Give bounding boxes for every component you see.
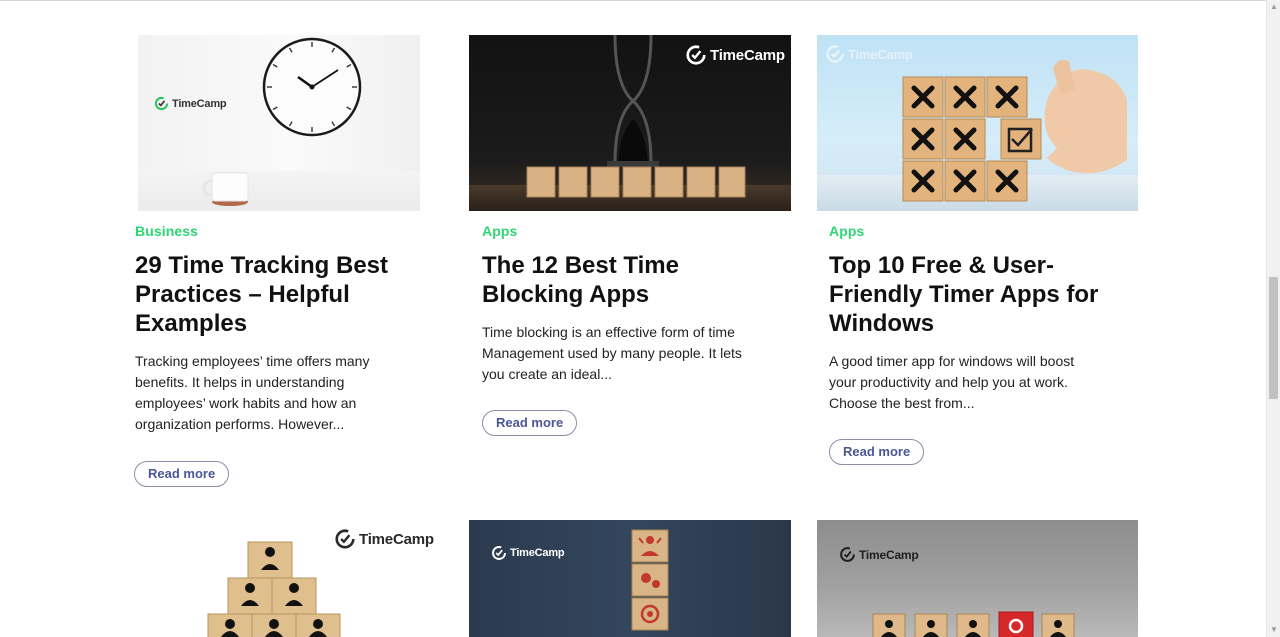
brand-name: TimeCamp — [710, 46, 785, 64]
post-excerpt-line: benefits. It helps in understanding — [135, 374, 345, 390]
post-excerpt-line: Choose the best from... — [829, 395, 975, 411]
post-title-line[interactable]: Blocking Apps — [482, 280, 649, 309]
timecamp-check-icon — [826, 45, 844, 63]
read-more-button[interactable]: Read more — [829, 439, 925, 465]
timecamp-check-icon — [492, 546, 506, 560]
timecamp-logo: TimeCamp — [825, 44, 913, 64]
brand-name: TimeCamp — [510, 547, 565, 559]
post-thumbnail[interactable]: TimeCamp — [138, 35, 420, 211]
brand-name: TimeCamp — [848, 46, 913, 62]
post-category[interactable]: Business — [135, 223, 198, 239]
brand-name: TimeCamp — [859, 547, 919, 562]
scroll-down-arrow-icon[interactable]: ▼ — [1267, 623, 1280, 637]
timecamp-logo: TimeCamp — [334, 528, 434, 550]
post-title-line[interactable]: The 12 Best Time — [482, 251, 679, 280]
scroll-up-arrow-icon[interactable]: ▲ — [1267, 0, 1280, 14]
timecamp-check-icon — [840, 547, 855, 562]
stacked-blocks-image — [631, 529, 669, 631]
timecamp-logo: TimeCamp — [839, 546, 919, 563]
post-thumbnail[interactable]: TimeCamp — [817, 520, 1138, 637]
post-category[interactable]: Apps — [482, 223, 517, 239]
timecamp-logo: TimeCamp — [154, 96, 227, 111]
post-excerpt-line: employees’ work habits and how an — [135, 395, 357, 411]
post-thumbnail[interactable]: TimeCamp — [469, 520, 791, 637]
brand-name: TimeCamp — [172, 97, 227, 110]
post-excerpt-line: your productivity and help you at work. — [829, 374, 1068, 390]
wall-clock-image — [202, 37, 362, 206]
post-excerpt-line: Tracking employees’ time offers many — [135, 353, 370, 369]
post-excerpt-line: A good timer app for windows will boost — [829, 353, 1075, 369]
read-more-button[interactable]: Read more — [482, 410, 578, 436]
people-row-image — [872, 611, 1075, 637]
vertical-scrollbar[interactable]: ▲ ▼ — [1266, 0, 1280, 637]
timecamp-check-icon — [686, 45, 706, 65]
read-more-button[interactable]: Read more — [134, 461, 230, 487]
post-excerpt-line: Management used by many people. It lets — [482, 345, 742, 361]
post-title-line[interactable]: Practices – Helpful — [135, 280, 350, 309]
post-title-line[interactable]: Friendly Timer Apps for — [829, 280, 1098, 309]
post-title-line[interactable]: Windows — [829, 309, 934, 338]
post-excerpt-line: you create an ideal... — [482, 366, 612, 382]
post-thumbnail[interactable]: TimeCamp — [817, 35, 1138, 211]
post-excerpt-line: Time blocking is an effective form of ti… — [482, 324, 735, 340]
scrollbar-thumb[interactable] — [1269, 277, 1278, 399]
timecamp-check-icon — [154, 96, 169, 111]
timecamp-check-icon — [335, 529, 355, 549]
post-category[interactable]: Apps — [829, 223, 864, 239]
timecamp-logo: TimeCamp — [685, 44, 785, 66]
post-title-line[interactable]: Examples — [135, 309, 247, 338]
post-excerpt-line: organization performs. However... — [135, 416, 345, 432]
timecamp-logo: TimeCamp — [491, 545, 565, 561]
post-thumbnail[interactable]: TimeCamp — [469, 35, 791, 211]
top-divider — [0, 0, 1266, 1]
post-thumbnail[interactable]: TimeCamp — [138, 520, 438, 637]
post-title-line[interactable]: Top 10 Free & User- — [829, 251, 1054, 280]
post-title-line[interactable]: 29 Time Tracking Best — [135, 251, 388, 280]
brand-name: TimeCamp — [359, 530, 434, 548]
